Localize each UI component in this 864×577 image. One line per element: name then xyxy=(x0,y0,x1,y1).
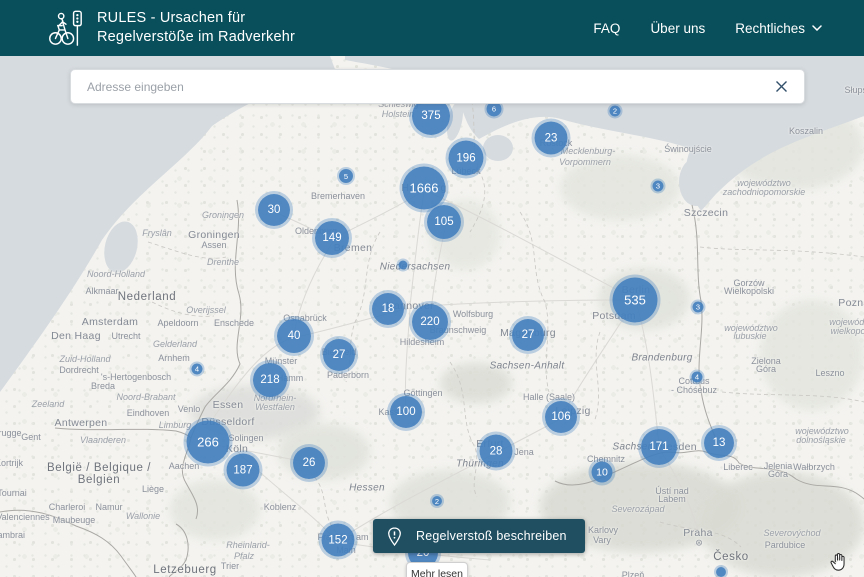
rules-app: Schleswig-HolsteinKielLübeckRostockHambu… xyxy=(0,0,864,577)
nav-rechtliches[interactable]: Rechtliches xyxy=(735,21,822,36)
address-search-input[interactable] xyxy=(85,79,772,95)
mehr-lesen-button[interactable]: Mehr lesen xyxy=(406,562,468,577)
cluster-marker-4[interactable]: 4 xyxy=(692,372,703,383)
cluster-marker-dot[interactable] xyxy=(399,261,408,270)
page-title: RULES - Ursachen für Regelverstöße im Ra… xyxy=(97,9,295,47)
cluster-marker-266[interactable]: 266 xyxy=(187,421,230,464)
cluster-marker-218[interactable]: 218 xyxy=(253,363,287,397)
cyclist-traffic-light-logo-icon xyxy=(46,8,84,48)
cluster-marker-4[interactable]: 4 xyxy=(192,364,203,375)
cluster-marker-196[interactable]: 196 xyxy=(449,141,484,176)
cluster-marker-30[interactable]: 30 xyxy=(258,194,290,226)
hand-cursor-icon xyxy=(829,551,850,577)
cluster-marker-18[interactable]: 18 xyxy=(372,293,404,325)
nav-faq[interactable]: FAQ xyxy=(593,21,620,36)
cluster-marker-1666[interactable]: 1666 xyxy=(403,167,446,210)
cluster-marker-149[interactable]: 149 xyxy=(315,221,349,255)
cluster-marker-171[interactable]: 171 xyxy=(641,429,677,465)
report-violation-label: Regelverstoß beschreiben xyxy=(416,529,567,543)
cluster-marker-105[interactable]: 105 xyxy=(427,205,461,239)
clear-search-icon[interactable] xyxy=(772,77,791,96)
cluster-marker-2[interactable]: 2 xyxy=(610,106,621,117)
main-nav: FAQ Über uns Rechtliches xyxy=(593,21,836,36)
address-search-bar xyxy=(70,69,805,104)
cluster-marker-dot[interactable] xyxy=(716,567,726,577)
cluster-marker-27[interactable]: 27 xyxy=(512,319,544,351)
cluster-marker-40[interactable]: 40 xyxy=(277,319,311,353)
app-header: RULES - Ursachen für Regelverstöße im Ra… xyxy=(0,0,864,56)
page-title-line2: Regelverstöße im Radverkehr xyxy=(97,28,295,47)
cluster-marker-23[interactable]: 23 xyxy=(535,122,568,155)
mehr-lesen-label: Mehr lesen xyxy=(411,568,463,577)
cluster-marker-13[interactable]: 13 xyxy=(704,428,734,458)
page-title-line1: RULES - Ursachen für xyxy=(97,9,295,28)
cluster-marker-2[interactable]: 2 xyxy=(432,496,442,506)
cluster-marker-28[interactable]: 28 xyxy=(480,435,513,468)
cluster-marker-535[interactable]: 535 xyxy=(613,278,658,323)
cluster-marker-5[interactable]: 5 xyxy=(339,169,353,183)
cluster-marker-106[interactable]: 106 xyxy=(545,401,577,433)
cluster-marker-187[interactable]: 187 xyxy=(227,454,260,487)
cluster-marker-26[interactable]: 26 xyxy=(293,447,325,479)
report-violation-button[interactable]: Regelverstoß beschreiben xyxy=(373,519,585,553)
pin-exclamation-icon xyxy=(385,526,404,547)
cluster-marker-100[interactable]: 100 xyxy=(390,396,422,428)
cluster-marker-3[interactable]: 3 xyxy=(653,181,664,192)
cluster-marker-220[interactable]: 220 xyxy=(412,304,448,340)
brand[interactable]: RULES - Ursachen für Regelverstöße im Ra… xyxy=(46,8,295,48)
cluster-marker-152[interactable]: 152 xyxy=(322,524,355,557)
map-canvas[interactable]: Schleswig-HolsteinKielLübeckRostockHambu… xyxy=(0,0,864,577)
chevron-down-icon xyxy=(812,25,822,31)
cluster-marker-3[interactable]: 3 xyxy=(693,302,704,313)
cluster-marker-10[interactable]: 10 xyxy=(592,462,613,483)
nav-ueber-uns[interactable]: Über uns xyxy=(650,21,705,36)
cluster-marker-27[interactable]: 27 xyxy=(323,339,355,371)
